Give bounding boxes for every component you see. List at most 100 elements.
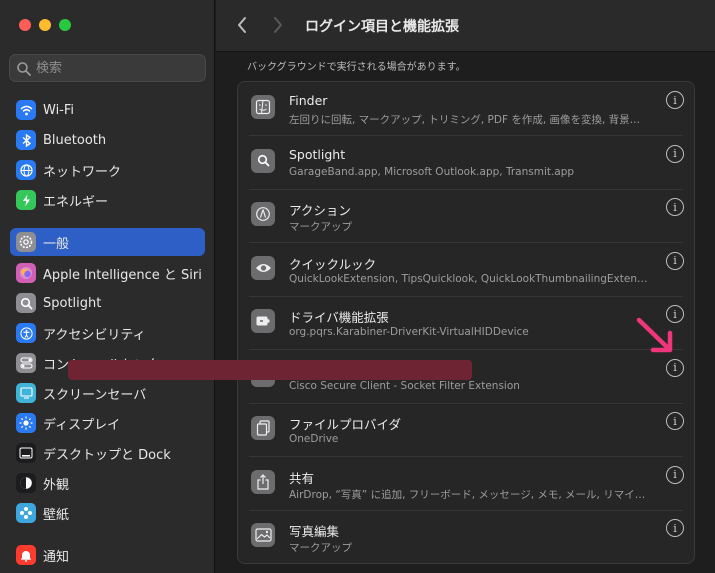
extension-row[interactable]: Spotlight GarageBand.app, Microsoft Outlo…: [238, 136, 694, 190]
sidebar-item-9[interactable]: スクリーンセーバ: [10, 379, 205, 407]
info-button[interactable]: i: [666, 412, 684, 430]
sidebar-item-label: アクセシビリティ: [43, 327, 146, 343]
share-icon: [251, 469, 275, 494]
toggles-icon: [16, 353, 36, 373]
info-button[interactable]: i: [666, 198, 684, 216]
documents-icon: [251, 416, 275, 440]
extension-subtitle: Cisco Secure Client - Socket Filter Exte…: [289, 379, 520, 392]
battery-icon: [16, 190, 36, 210]
extension-row[interactable]: クイックルック QuickLookExtension, TipsQuicklook…: [238, 243, 694, 297]
sidebar-item-label: 通知: [43, 549, 70, 565]
extension-title: アクション: [289, 203, 351, 218]
dock-icon: [16, 443, 36, 463]
sidebar-item-label: デスクトップと Dock: [43, 447, 171, 463]
sun-icon: [16, 413, 36, 433]
sidebar-item-label: Bluetooth: [43, 132, 107, 148]
extension-subtitle: マークアップ: [289, 542, 352, 554]
wifi-icon: [16, 100, 36, 120]
info-button[interactable]: i: [666, 519, 684, 537]
extension-subtitle: GarageBand.app, Microsoft Outlook.app, T…: [289, 165, 575, 178]
extension-row[interactable]: Finder 左回りに回転, マークアップ, トリミング, PDF を作成, 画像…: [238, 82, 694, 136]
extension-title: ファイルプロバイダ: [289, 417, 402, 432]
extension-subtitle: マークアップ: [289, 221, 352, 233]
sidebar-item-11[interactable]: デスクトップと Dock: [10, 439, 205, 467]
extension-subtitle: 左回りに回転, マークアップ, トリミング, PDF を作成, 画像を変換, 背…: [289, 114, 649, 126]
sidebar-item-label: エネルギー: [43, 194, 109, 210]
sidebar-item-12[interactable]: 外観: [10, 469, 205, 497]
extension-title: 共有: [289, 470, 315, 486]
toolbar: ログイン項目と機能拡張: [216, 0, 715, 52]
extensions-list: Finder 左回りに回転, マークアップ, トリミング, PDF を作成, 画像…: [237, 81, 695, 564]
sidebar-item-0[interactable]: Wi-Fi: [10, 96, 205, 124]
extension-icon: [251, 309, 275, 333]
sidebar-item-13[interactable]: 壁紙: [10, 499, 205, 527]
info-button[interactable]: i: [666, 91, 684, 109]
info-button[interactable]: i: [666, 465, 684, 484]
sidebar-item-label: ディスプレイ: [43, 417, 121, 433]
globe-icon: [16, 160, 36, 180]
magnifier-icon: [251, 148, 275, 173]
sidebar-item-label: 壁紙: [43, 507, 70, 523]
extension-row[interactable]: 共有 AirDrop, “写真” に追加, フリーボード, メッセージ, メモ, …: [238, 457, 694, 511]
sidebar-item-label: 一般: [43, 236, 70, 252]
search-icon: [17, 62, 31, 76]
sidebar-item-label: スクリーンセーバ: [43, 387, 147, 403]
extension-row[interactable]: ファイルプロバイダ OneDrive i: [238, 403, 694, 457]
sidebar-item-2[interactable]: ネットワーク: [10, 156, 205, 184]
chevron-right-icon: [274, 17, 282, 33]
minimize-window-button[interactable]: [39, 19, 51, 31]
search-input[interactable]: [36, 59, 196, 78]
sidebar-item-1[interactable]: Bluetooth: [10, 126, 205, 154]
extension-subtitle: OneDrive: [289, 433, 339, 445]
highlight-annotation: [68, 360, 472, 380]
extension-title: Finder: [289, 93, 328, 108]
sidebar-item-4[interactable]: 一般: [10, 228, 205, 256]
appearance-icon: [16, 473, 36, 493]
action-icon: [251, 202, 275, 226]
gear-icon: [16, 232, 36, 252]
bluetooth-icon: [16, 130, 36, 150]
sidebar-item-label: Wi-Fi: [43, 102, 75, 118]
info-button[interactable]: i: [666, 358, 684, 377]
search-field[interactable]: [9, 54, 206, 82]
sidebar-item-5[interactable]: Apple Intelligence と Siri: [10, 259, 205, 287]
arrow-annotation-icon: [636, 317, 673, 353]
info-button[interactable]: i: [666, 144, 684, 163]
sidebar-item-label: Spotlight: [43, 295, 102, 311]
accessibility-icon: [16, 323, 36, 343]
section-description: バックグラウンドで実行される場合があります。: [247, 62, 466, 73]
extension-subtitle: QuickLookExtension, TipsQuicklook, Quick…: [289, 272, 649, 285]
screensaver-icon: [16, 383, 36, 403]
close-window-button[interactable]: [19, 19, 31, 31]
extension-title: 写真編集: [289, 524, 340, 539]
wallpaper-icon: [16, 503, 36, 523]
eye-icon: [251, 255, 275, 280]
main-pane: ログイン項目と機能拡張 バックグラウンドで実行される場合があります。 Finde…: [216, 0, 715, 573]
sidebar: Wi-Fi Bluetooth ネットワークエネルギー一般 Apple Intelli…: [0, 0, 215, 573]
extension-subtitle: org.pqrs.Karabiner-DriverKit-VirtualHIDD…: [289, 326, 529, 338]
chevron-left-icon: [238, 17, 246, 33]
sidebar-item-6[interactable]: Spotlight: [10, 289, 205, 317]
zoom-window-button[interactable]: [59, 19, 71, 31]
forward-button[interactable]: [268, 14, 288, 36]
page-title: ログイン項目と機能拡張: [305, 19, 459, 35]
extension-title: クイックルック: [289, 256, 377, 272]
extension-row[interactable]: 写真編集マークアップ i: [238, 510, 694, 564]
extension-row[interactable]: アクションマークアップ i: [238, 189, 694, 243]
sidebar-item-label: 外観: [43, 477, 70, 493]
sidebar-item-7[interactable]: アクセシビリティ: [10, 319, 205, 347]
siri-icon: [16, 263, 36, 283]
sidebar-item-label: ネットワーク: [43, 164, 122, 180]
sidebar-item-10[interactable]: ディスプレイ: [10, 409, 205, 437]
sidebar-item-14[interactable]: 通知: [10, 541, 205, 569]
info-button[interactable]: i: [666, 251, 684, 270]
extension-subtitle: AirDrop, “写真” に追加, フリーボード, メッセージ, メモ, メー…: [289, 488, 649, 501]
bell-icon: [16, 545, 36, 565]
back-button[interactable]: [232, 14, 252, 36]
sidebar-item-label: Apple Intelligence と Siri: [43, 267, 202, 283]
finder-icon: [251, 95, 275, 119]
extension-row[interactable]: ドライバ機能拡張 org.pqrs.Karabiner-DriverKit-Vir…: [238, 296, 694, 350]
extension-title: Spotlight: [289, 146, 346, 162]
magnifier-icon: [16, 293, 36, 313]
sidebar-item-3[interactable]: エネルギー: [10, 186, 205, 214]
